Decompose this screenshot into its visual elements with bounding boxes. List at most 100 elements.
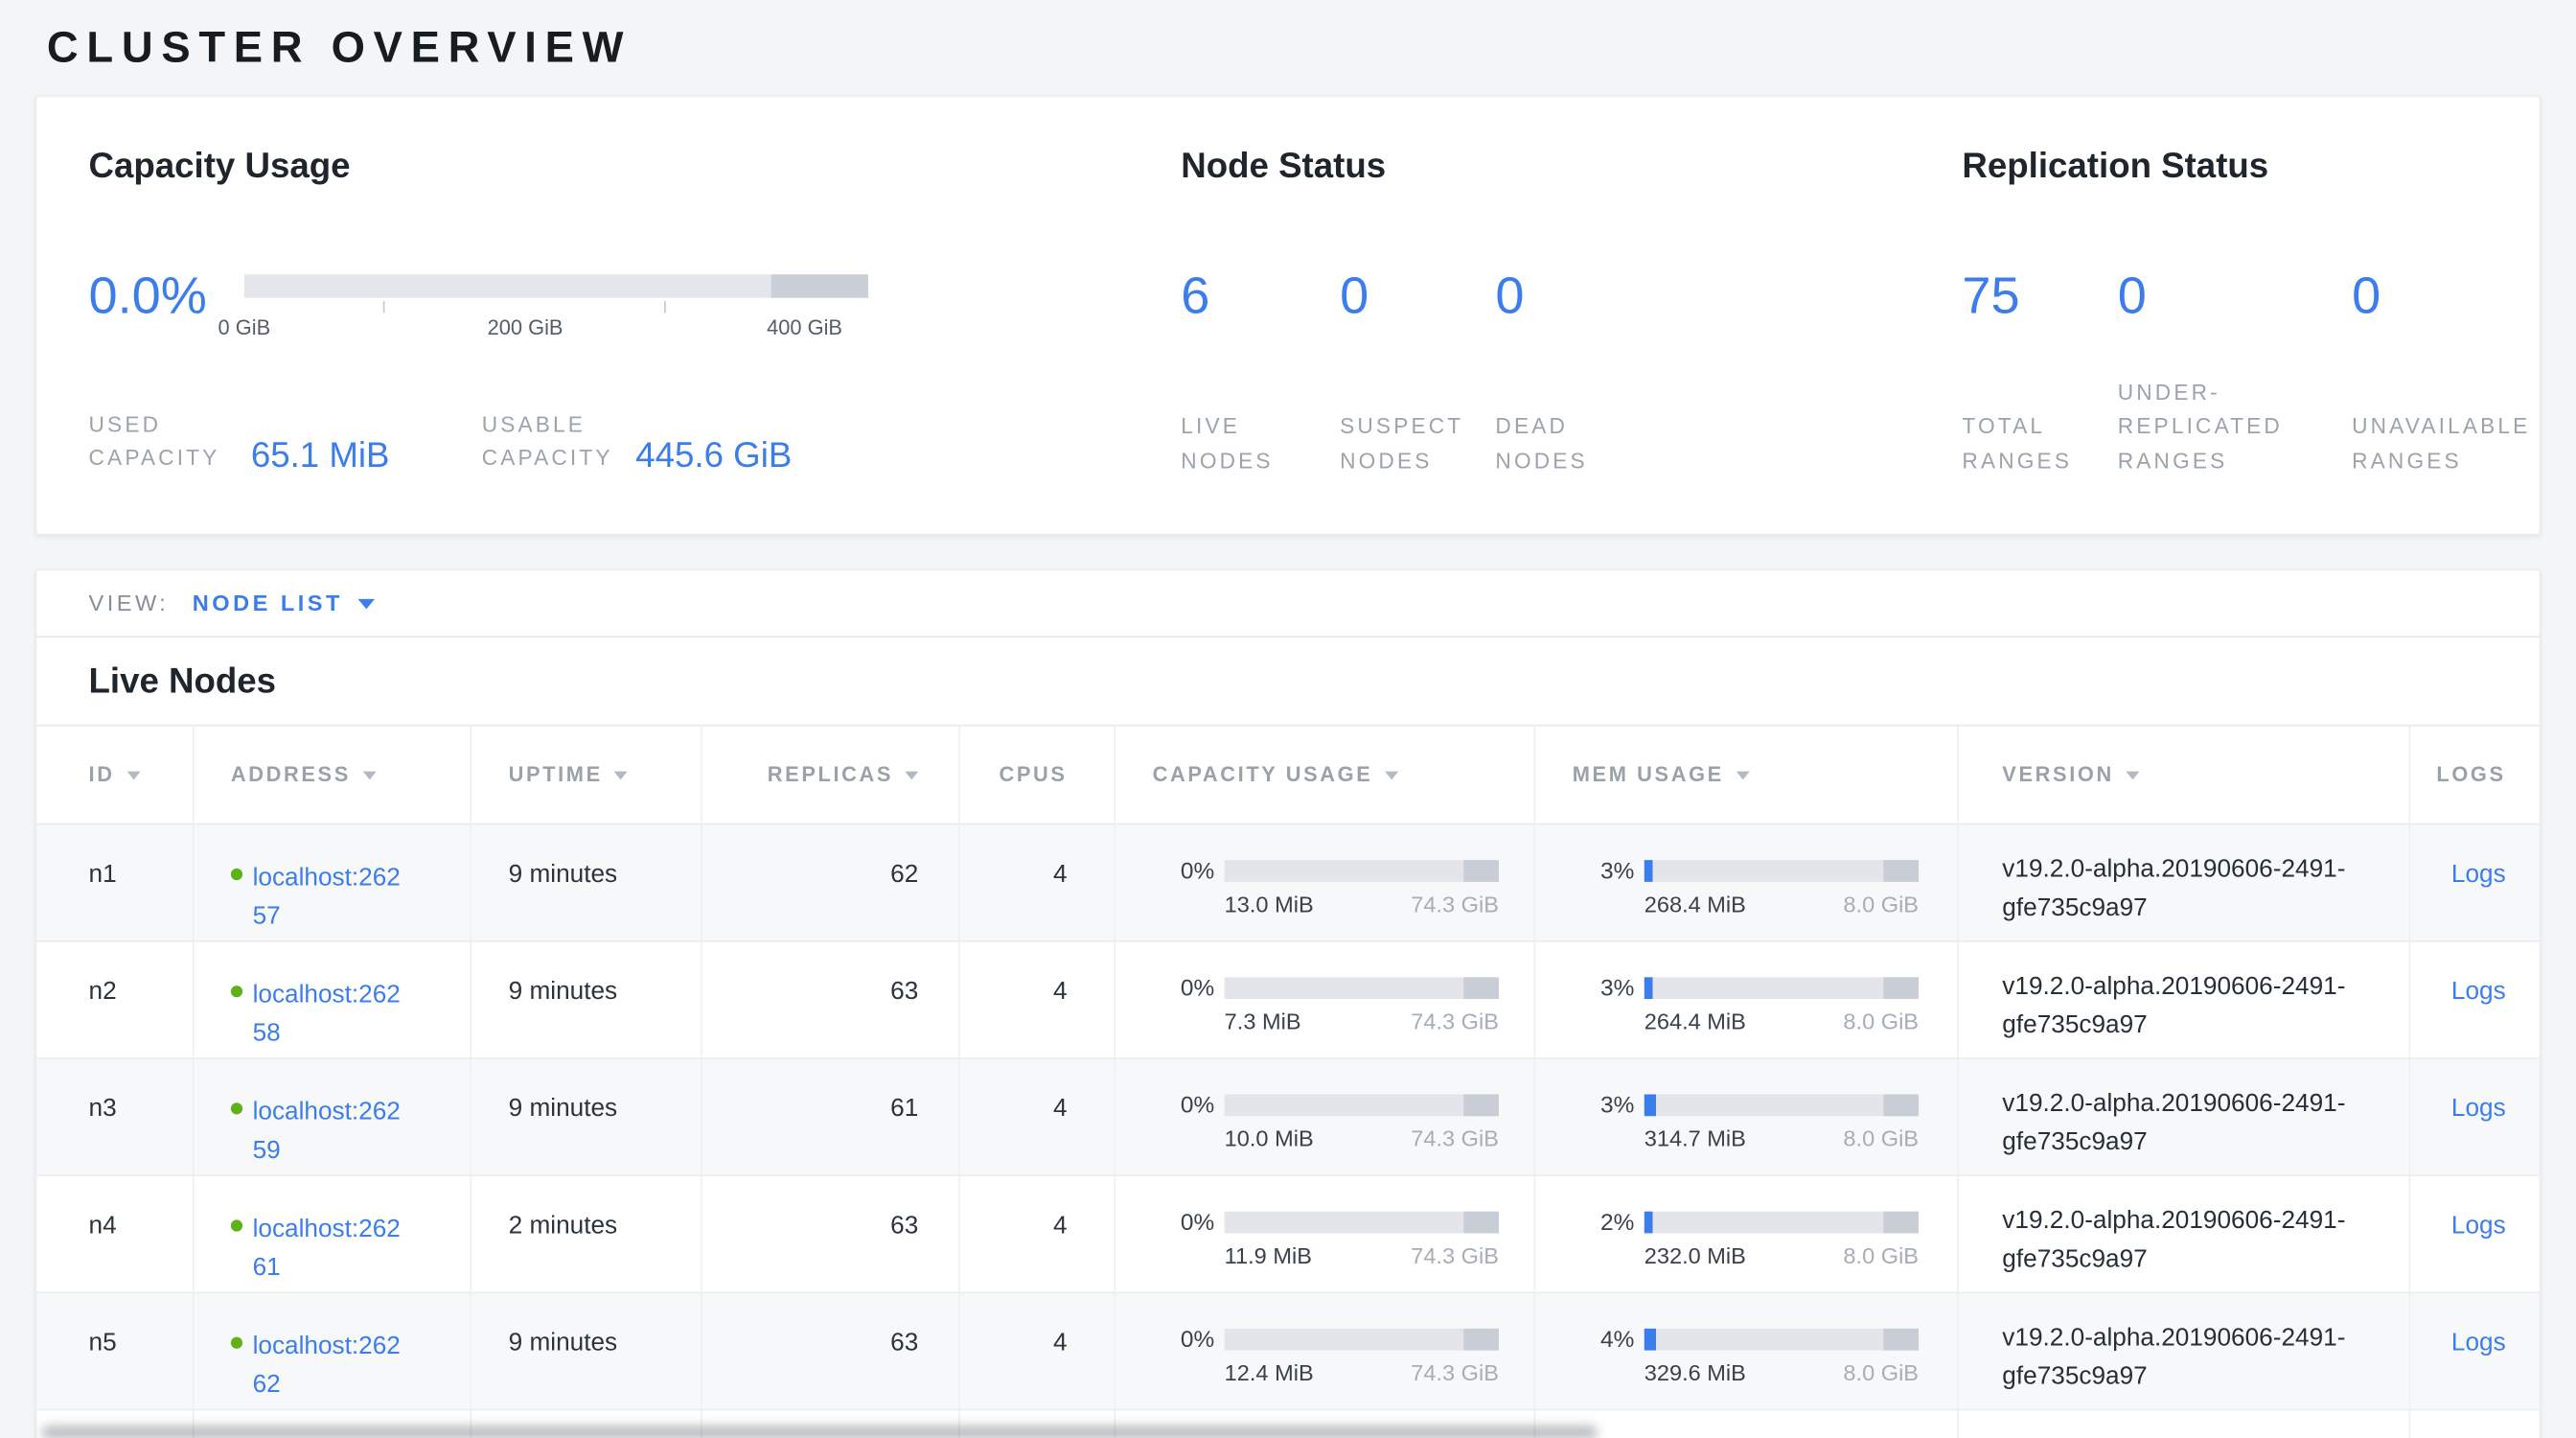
column-header-id[interactable]: ID [36, 727, 194, 823]
node-id-cell: n2 [36, 942, 194, 1057]
node-cpus-cell: 4 [960, 1059, 1116, 1174]
memory-used-value: 314.7 MiB [1644, 1126, 1746, 1151]
bottom-scroll-shadow [42, 1425, 1598, 1438]
live-status-dot-icon [231, 869, 242, 880]
column-header-label: MEM USAGE [1573, 763, 1724, 786]
memory-used-value: 264.4 MiB [1644, 1009, 1746, 1034]
memory-used-value: 232.0 MiB [1644, 1243, 1746, 1268]
memory-usage-bar [1644, 976, 1919, 998]
node-cpus: 4 [1053, 1212, 1068, 1241]
total-ranges-stat: 75 TOTAL RANGES [1962, 267, 2019, 480]
logs-link[interactable]: Logs [2451, 860, 2506, 889]
logs-link[interactable]: Logs [2451, 1329, 2506, 1357]
node-replicas: 62 [890, 860, 918, 889]
table-row: n3 localhost:26259 9 minutes 61 4 0% 10.… [36, 1059, 2539, 1176]
node-address-link[interactable]: localhost:26261 [253, 1212, 407, 1287]
view-mode-dropdown[interactable]: NODE LIST [193, 591, 375, 615]
column-header-mem-usage[interactable]: MEM USAGE [1535, 727, 1959, 823]
node-uptime-cell: 9 minutes [472, 1293, 702, 1408]
under-replicated-ranges-stat: 0 UNDER-REPLICATED RANGES [2118, 267, 2147, 480]
used-capacity-value: 65.1 MiB [251, 437, 390, 477]
node-address-link[interactable]: localhost:26262 [253, 1329, 407, 1404]
memory-used-segment [1644, 859, 1653, 881]
logs-link[interactable]: Logs [2451, 977, 2506, 1006]
node-uptime-cell: 9 minutes [472, 942, 702, 1057]
column-header-label: VERSION [2002, 763, 2114, 786]
capacity-total-value: 74.3 GiB [1411, 1243, 1499, 1268]
node-logs-cell: Logs [2410, 1176, 2542, 1291]
column-header-label: ADDRESS [231, 763, 351, 786]
cluster-overview-page: CLUSTER OVERVIEW Capacity Usage 0.0% 0 G… [0, 0, 2576, 1438]
column-header-replicas[interactable]: REPLICAS [702, 727, 960, 823]
node-uptime: 9 minutes [509, 977, 618, 1006]
capacity-total-value: 74.3 GiB [1411, 1009, 1499, 1034]
capacity-reserved-segment [1463, 1328, 1499, 1350]
node-memory-cell: 2% 232.0 MiB 8.0 GiB [1535, 1176, 1959, 1291]
suspect-nodes-stat: 0 SUSPECT NODES [1340, 267, 1368, 480]
node-cpus-cell: 4 [960, 825, 1116, 940]
logs-link[interactable]: Logs [2451, 1212, 2506, 1241]
memory-percent: 3% [1573, 1091, 1635, 1118]
column-header-version[interactable]: VERSION [1959, 727, 2410, 823]
node-version-cell: v19.2.0-alpha.20190606-2491-gfe735c9a97 [1959, 825, 2410, 940]
usable-capacity-label: USABLE CAPACITY [482, 408, 616, 475]
node-capacity-cell: 0% 10.0 MiB 74.3 GiB [1116, 1059, 1535, 1174]
axis-label: 200 GiB [488, 316, 564, 339]
memory-reserved-segment [1883, 859, 1919, 881]
capacity-usage-bar [1225, 1211, 1499, 1233]
axis-tick [383, 301, 385, 313]
node-replicas: 63 [890, 1329, 918, 1357]
memory-used-segment [1644, 1094, 1655, 1116]
memory-total-value: 8.0 GiB [1843, 1009, 1919, 1034]
column-header-address[interactable]: ADDRESS [194, 727, 472, 823]
node-replicas-cell: 61 [702, 1059, 960, 1174]
column-header-capacity-usage[interactable]: CAPACITY USAGE [1116, 727, 1535, 823]
column-header-label: CPUS [1000, 763, 1068, 786]
node-memory-cell: 3% 314.7 MiB 8.0 GiB [1535, 1059, 1959, 1174]
cluster-summary-card: Capacity Usage 0.0% 0 GiB 200 GiB 400 Gi… [35, 95, 2542, 535]
memory-used-segment [1644, 1328, 1655, 1350]
column-header-cpus[interactable]: CPUS [960, 727, 1116, 823]
node-version: v19.2.0-alpha.20190606-2491-gfe735c9a97 [2002, 1320, 2404, 1396]
sort-desc-icon [1385, 771, 1398, 779]
memory-usage-bar [1644, 1328, 1919, 1350]
table-body: n1 localhost:26257 9 minutes 62 4 0% 13.… [36, 825, 2539, 1411]
usable-capacity-stat: USABLE CAPACITY 445.6 GiB [482, 408, 793, 475]
node-address-link[interactable]: localhost:26259 [253, 1095, 407, 1171]
used-capacity-stat: USED CAPACITY 65.1 MiB [89, 408, 390, 475]
capacity-percent: 0% [1153, 1325, 1215, 1352]
node-replicas-cell: 63 [702, 1176, 960, 1291]
capacity-total-value: 74.3 GiB [1411, 1360, 1499, 1385]
node-replicas-cell: 62 [702, 825, 960, 940]
node-memory-cell: 4% 329.6 MiB 8.0 GiB [1535, 1293, 1959, 1408]
sort-desc-icon [1736, 771, 1749, 779]
column-header-uptime[interactable]: UPTIME [472, 727, 702, 823]
node-address-link[interactable]: localhost:26257 [253, 860, 407, 936]
node-memory-cell: 3% 268.4 MiB 8.0 GiB [1535, 825, 1959, 940]
column-header-label: REPLICAS [768, 763, 893, 786]
logs-link[interactable]: Logs [2451, 1095, 2506, 1124]
memory-reserved-segment [1883, 976, 1919, 998]
capacity-reserved-segment [1463, 976, 1499, 998]
memory-percent: 3% [1573, 857, 1635, 884]
node-version-cell: v19.2.0-alpha.20190606-2491-gfe735c9a97 [1959, 1176, 2410, 1291]
node-version: v19.2.0-alpha.20190606-2491-gfe735c9a97 [2002, 851, 2404, 927]
page-title: CLUSTER OVERVIEW [47, 22, 632, 74]
capacity-usage-bar [1225, 976, 1499, 998]
capacity-percent: 0% [1153, 857, 1215, 884]
column-header-label: ID [89, 763, 115, 786]
node-address-cell: localhost:26257 [194, 825, 472, 940]
node-id-cell: n5 [36, 1293, 194, 1408]
memory-usage-bar [1644, 1094, 1919, 1116]
live-nodes-label: LIVE NODES [1181, 410, 1277, 480]
sort-desc-icon [614, 771, 628, 779]
node-replicas-cell: 63 [702, 942, 960, 1057]
node-version-cell: v19.2.0-alpha.20190606-2491-gfe735c9a97 [1959, 1059, 2410, 1174]
memory-total-value: 8.0 GiB [1843, 1360, 1919, 1385]
node-cpus-cell: 4 [960, 942, 1116, 1057]
column-header-logs: LOGS [2410, 727, 2542, 823]
node-replicas: 63 [890, 977, 918, 1006]
column-header-label: UPTIME [509, 763, 603, 786]
live-status-dot-icon [231, 986, 242, 997]
node-address-link[interactable]: localhost:26258 [253, 977, 407, 1053]
